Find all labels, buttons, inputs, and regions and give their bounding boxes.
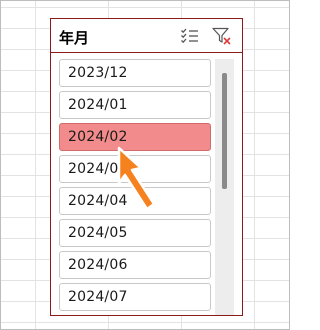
clear-filter-icon[interactable] [212,27,232,45]
slicer-item-label: 2024/06 [68,257,128,273]
slicer-item[interactable]: 2024/04 [59,187,211,215]
multi-select-icon[interactable] [180,27,200,45]
slicer-item[interactable]: 2023/12 [59,59,211,87]
slicer-item-label: 2024/04 [68,193,128,209]
slicer-item-label: 2024/02 [68,129,128,145]
slicer-item[interactable]: 2024/06 [59,251,211,279]
slicer-item-list: 2023/12 2024/01 2024/02 2024/0 2024/04 2… [59,59,211,315]
slicer-item-label: 2024/07 [68,289,128,305]
slicer-panel: 年月 2023/12 2024/01 2024/02 2024/0 2024/0… [50,18,243,316]
slicer-header: 年月 [51,19,242,53]
slicer-scrollbar[interactable] [215,59,234,315]
slicer-item-selected[interactable]: 2024/02 [59,123,211,151]
spreadsheet-grid: 年月 2023/12 2024/01 2024/02 2024/0 2024/0… [0,0,290,330]
slicer-item[interactable]: 2024/07 [59,283,211,311]
scrollbar-thumb[interactable] [222,73,227,189]
slicer-title: 年月 [59,29,90,47]
slicer-item-label: 2024/05 [68,225,128,241]
slicer-item[interactable]: 2024/01 [59,91,211,119]
slicer-item-label: 2023/12 [68,65,128,81]
slicer-item[interactable]: 2024/0 [59,155,211,183]
slicer-item-label: 2024/0 [68,161,119,177]
slicer-item[interactable]: 2024/05 [59,219,211,247]
slicer-item-label: 2024/01 [68,97,128,113]
